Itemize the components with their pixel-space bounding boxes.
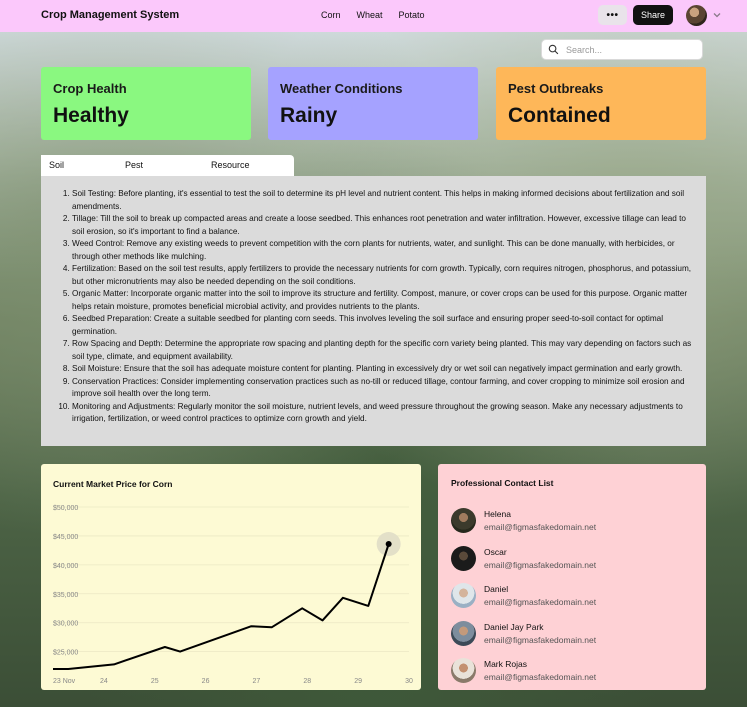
price-series-line — [53, 543, 390, 670]
list-item: Soil Moisture: Ensure that the soil has … — [72, 363, 694, 376]
contact-list-title: Professional Contact List — [451, 478, 554, 488]
list-item: Weed Control: Remove any existing weeds … — [72, 238, 694, 263]
contact-avatar — [451, 545, 476, 571]
list-item: Tillage: Till the soil to break up compa… — [72, 213, 694, 238]
contact-item[interactable]: Oscar email@figmasfakedomain.net — [451, 540, 693, 578]
contact-item[interactable]: Helena email@figmasfakedomain.net — [451, 502, 693, 540]
app-title: Crop Management System — [41, 9, 180, 21]
card-title: Crop Health — [53, 81, 127, 96]
more-options-button[interactable]: ••• — [598, 5, 627, 25]
contact-list-card: Professional Contact List Helena email@f… — [438, 464, 706, 690]
contact-name: Daniel — [484, 584, 509, 595]
tab-pest-management[interactable]: Pest Management — [117, 155, 203, 191]
contact-item[interactable]: Mark Rojas email@figmasfakedomain.net — [451, 652, 693, 690]
list-item: Monitoring and Adjustments: Regularly mo… — [72, 401, 694, 426]
y-tick-label: $45,000 — [53, 534, 78, 541]
y-tick-label: $40,000 — [53, 563, 78, 570]
tab-bar: Soil Preparation Pest Management Resourc… — [41, 155, 294, 191]
contact-avatar — [451, 583, 476, 609]
x-tick-label: 30 — [405, 678, 413, 685]
chevron-down-icon[interactable] — [711, 9, 723, 21]
latest-price-point[interactable] — [385, 541, 392, 548]
pest-outbreaks-card: Pest Outbreaks Contained — [496, 67, 706, 140]
y-tick-label: $50,000 — [53, 505, 78, 512]
search-box[interactable] — [541, 39, 703, 60]
contact-name: Mark Rojas — [484, 659, 527, 670]
contact-name: Oscar — [484, 546, 507, 557]
contact-email: email@figmasfakedomain.net — [484, 634, 597, 645]
contact-avatar — [451, 658, 476, 684]
y-tick-label: $35,000 — [53, 592, 78, 599]
market-price-chart-card: Current Market Price for Corn $25,000 $30… — [41, 464, 421, 690]
card-value: Healthy — [53, 104, 129, 127]
search-icon — [548, 44, 559, 55]
soil-preparation-panel: Soil Testing: Before planting, it's esse… — [41, 176, 706, 446]
x-tick-label: 24 — [100, 678, 108, 685]
contact-name: Daniel Jay Park — [484, 621, 544, 632]
list-item: Seedbed Preparation: Create a suitable s… — [72, 313, 694, 338]
contact-avatar — [451, 508, 476, 534]
x-tick-label: 25 — [151, 678, 159, 685]
card-value: Contained — [508, 104, 611, 127]
contact-avatar — [451, 620, 476, 646]
tab-resource-allocation[interactable]: Resource Allocation — [203, 155, 294, 191]
tab-soil-preparation[interactable]: Soil Preparation — [41, 155, 117, 191]
x-tick-label: 27 — [253, 678, 261, 685]
contact-email: email@figmasfakedomain.net — [484, 559, 597, 570]
y-tick-label: $25,000 — [53, 650, 78, 657]
nav-item-wheat[interactable]: Wheat — [357, 10, 383, 20]
list-item: Organic Matter: Incorporate organic matt… — [72, 288, 694, 313]
contact-item[interactable]: Daniel Jay Park email@figmasfakedomain.n… — [451, 615, 693, 653]
crop-health-card: Crop Health Healthy — [41, 67, 251, 140]
x-tick-label: 23 Nov — [53, 678, 76, 685]
soil-steps-list: Soil Testing: Before planting, it's esse… — [51, 188, 694, 426]
nav-item-potato[interactable]: Potato — [399, 10, 425, 20]
share-button[interactable]: Share — [633, 5, 673, 25]
contact-email: email@figmasfakedomain.net — [484, 672, 597, 683]
list-item: Conservation Practices: Consider impleme… — [72, 376, 694, 401]
market-price-chart: $25,000 $30,000 $35,000 $40,000 $45,000 $50,0… — [53, 505, 413, 685]
x-tick-label: 28 — [303, 678, 311, 685]
nav-item-corn[interactable]: Corn — [321, 10, 341, 20]
y-tick-label: $30,000 — [53, 621, 78, 628]
list-item: Fertilization: Based on the soil test re… — [72, 263, 694, 288]
contact-list: Helena email@figmasfakedomain.net Oscar … — [451, 502, 693, 690]
card-value: Rainy — [280, 104, 338, 127]
crop-nav: Corn Wheat Potato — [321, 10, 425, 20]
contact-name: Helena — [484, 509, 511, 520]
top-navbar: Crop Management System Corn Wheat Potato… — [0, 0, 747, 32]
list-item: Row Spacing and Depth: Determine the app… — [72, 338, 694, 363]
x-tick-label: 29 — [354, 678, 362, 685]
contact-email: email@figmasfakedomain.net — [484, 522, 597, 533]
search-input[interactable] — [566, 44, 696, 55]
weather-conditions-card: Weather Conditions Rainy — [268, 67, 478, 140]
card-title: Pest Outbreaks — [508, 81, 604, 96]
contact-item[interactable]: Daniel email@figmasfakedomain.net — [451, 577, 693, 615]
contact-email: email@figmasfakedomain.net — [484, 597, 597, 608]
list-item: Soil Testing: Before planting, it's esse… — [72, 188, 694, 213]
x-tick-label: 26 — [202, 678, 210, 685]
user-avatar[interactable] — [686, 5, 707, 26]
card-title: Weather Conditions — [280, 81, 403, 96]
